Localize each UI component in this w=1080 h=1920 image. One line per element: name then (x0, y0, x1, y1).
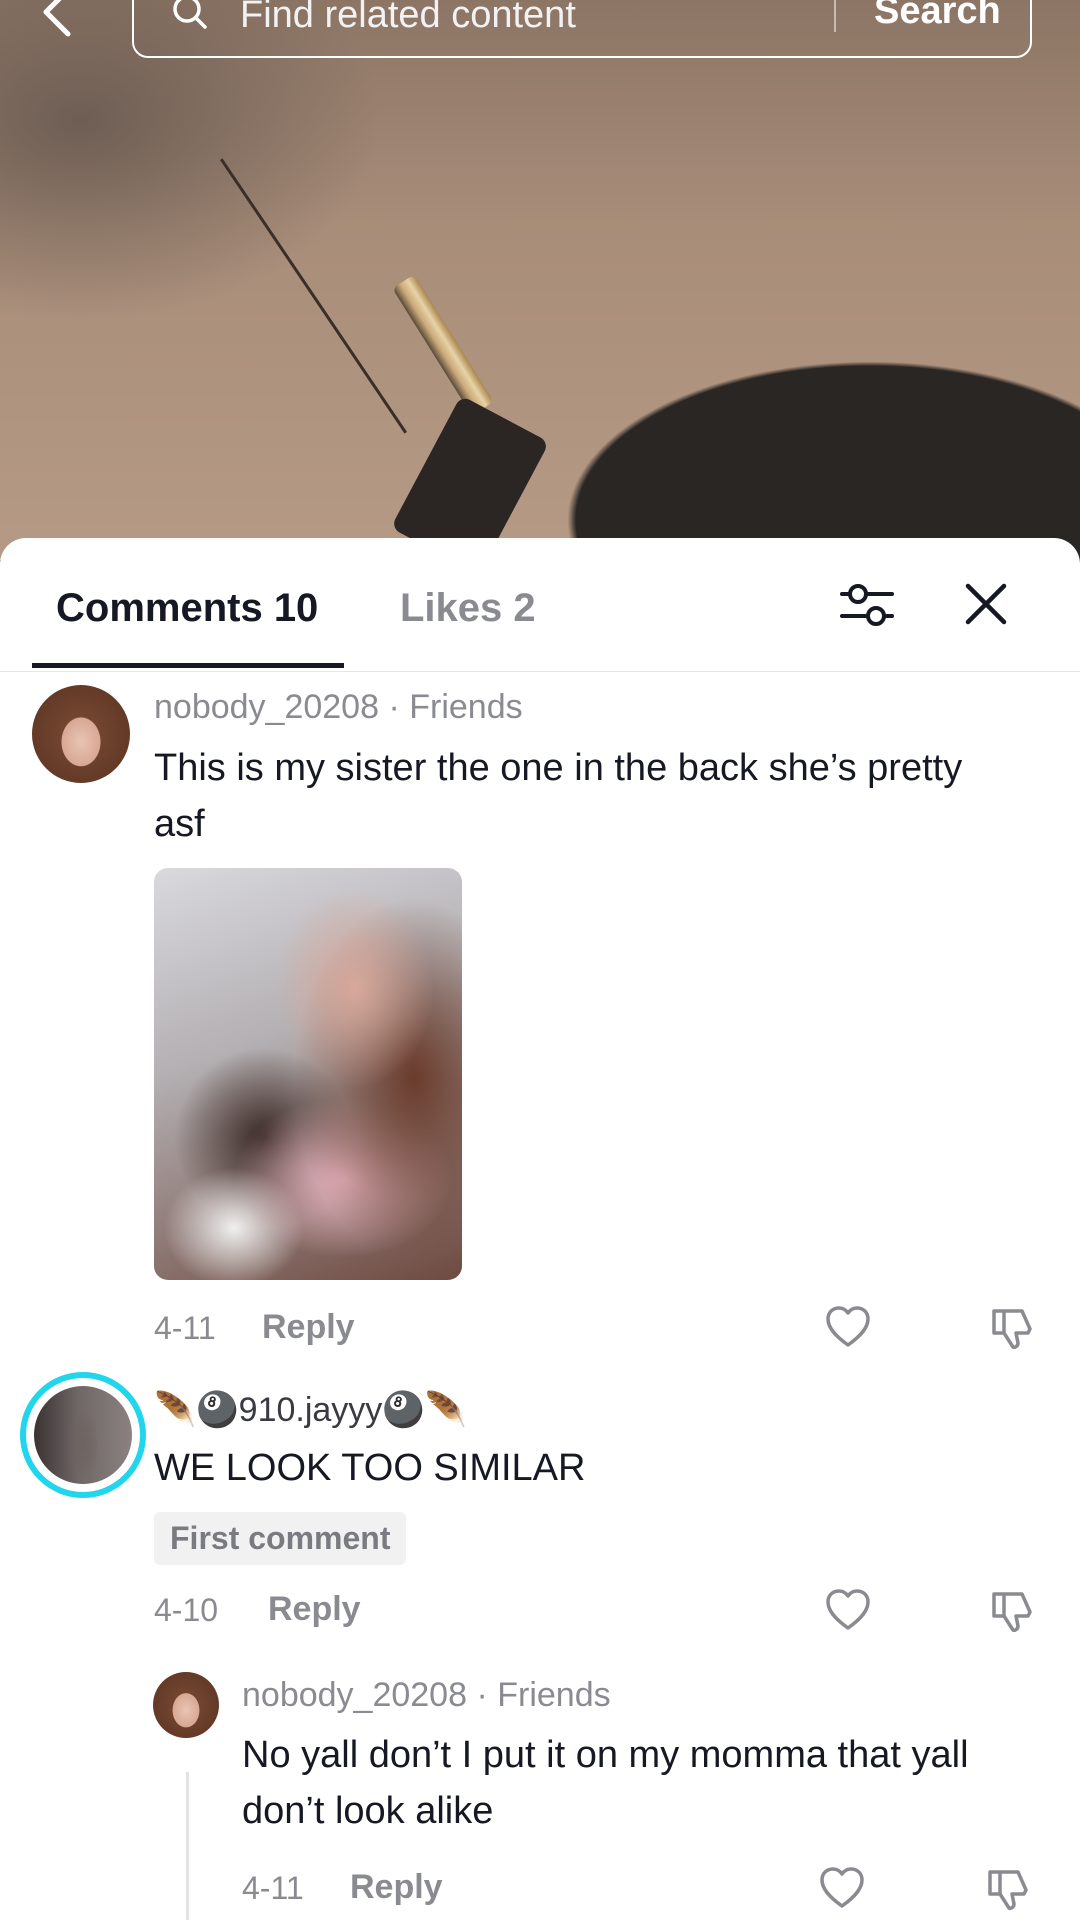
search-box[interactable]: Search (132, 0, 1032, 58)
reply-text: No yall don’t I put it on my momma that … (242, 1734, 969, 1832)
dislike-icon[interactable] (984, 1864, 1032, 1912)
top-search-bar: Search (0, 0, 1080, 60)
search-icon (173, 0, 207, 29)
comment-photo[interactable] (154, 868, 462, 1280)
reply-button[interactable]: Reply (350, 1868, 443, 1907)
comment-text: WE LOOK TOO SIMILAR (154, 1447, 586, 1489)
comment-username[interactable]: 🪶🎱910.jayyy🎱🪶 (154, 1390, 467, 1430)
avatar (34, 1386, 132, 1484)
thread-line (186, 1772, 189, 1920)
comment-date: 4-10 (154, 1592, 219, 1628)
comment-date: 4-11 (154, 1310, 216, 1346)
dislike-icon[interactable] (988, 1586, 1036, 1634)
comment-username-line[interactable]: nobody_20208 · Friends (154, 688, 523, 727)
active-tab-indicator (32, 663, 344, 668)
back-icon (43, 0, 71, 37)
heart-icon[interactable] (824, 1303, 872, 1351)
friends-label: Friends (497, 1676, 611, 1714)
separator-dot: · (388, 688, 400, 726)
heart-icon[interactable] (824, 1586, 872, 1634)
reply-date: 4-11 (242, 1870, 304, 1906)
video-background[interactable] (0, 0, 1080, 575)
tab-likes[interactable]: Likes 2 (400, 586, 536, 631)
friends-label: Friends (409, 688, 523, 726)
close-icon[interactable] (960, 578, 1012, 630)
video-pen-detail (392, 274, 494, 416)
first-comment-badge: First comment (154, 1512, 407, 1565)
separator-dot: · (476, 1676, 488, 1714)
comments-tabs: Comments 10 Likes 2 (0, 538, 1080, 672)
reply-button[interactable]: Reply (262, 1308, 355, 1347)
reply-username[interactable]: nobody_20208 (242, 1676, 467, 1714)
filter-icon[interactable] (838, 576, 896, 634)
search-separator (834, 0, 836, 32)
reply-username-line[interactable]: nobody_20208 · Friends (242, 1676, 611, 1715)
avatar[interactable] (32, 685, 130, 783)
tab-comments[interactable]: Comments 10 (56, 586, 318, 631)
avatar[interactable] (153, 1672, 219, 1738)
search-button[interactable]: Search (874, 0, 1001, 33)
heart-icon[interactable] (818, 1864, 866, 1912)
back-button[interactable] (38, 0, 78, 46)
dislike-icon[interactable] (988, 1303, 1036, 1351)
reply-button[interactable]: Reply (268, 1590, 361, 1629)
comment-username[interactable]: nobody_20208 (154, 688, 379, 726)
avatar-story-ring[interactable] (20, 1372, 146, 1498)
comment-text: This is my sister the one in the back sh… (154, 747, 963, 845)
search-input[interactable] (238, 0, 842, 38)
video-cord-detail (220, 158, 408, 434)
